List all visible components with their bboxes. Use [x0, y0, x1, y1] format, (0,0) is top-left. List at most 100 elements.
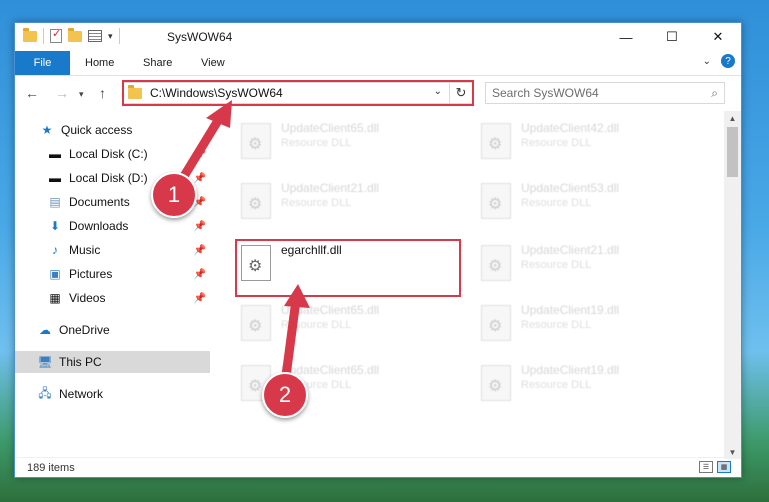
sidebar-item-label: Music [69, 243, 101, 257]
pin-icon: 📌 [193, 148, 206, 160]
file-type: Resource DLL [521, 197, 592, 209]
cloud-icon: ☁ [39, 323, 51, 337]
sidebar-item-label: Videos [69, 291, 106, 305]
scroll-up-arrow-icon[interactable]: ▲ [724, 111, 741, 125]
close-button[interactable]: ✕ [695, 23, 741, 51]
file-type: Resource DLL [521, 319, 592, 331]
sidebar-item-label: Downloads [69, 219, 129, 233]
file-name: UpdateClient19.dll [521, 303, 620, 317]
recent-locations-chevron-icon[interactable]: ▾ [79, 89, 84, 100]
navigation-row: ← → ▾ ↑ C:\Windows\SysWOW64 ⌄ ↻ Search S… [15, 76, 741, 110]
pin-icon: 📌 [193, 244, 206, 256]
expand-ribbon-chevron-icon[interactable]: ⌄ [703, 56, 711, 67]
properties-icon[interactable] [88, 30, 102, 42]
large-icons-view-icon[interactable]: ▦ [717, 461, 731, 473]
star-icon: ★ [41, 123, 53, 137]
file-item[interactable]: UpdateClient21.dll Resource DLL [235, 173, 465, 225]
pin-icon: 📌 [193, 292, 206, 304]
file-name: UpdateClient42.dll [521, 121, 620, 135]
file-type: Resource DLL [281, 319, 352, 331]
search-box[interactable]: Search SysWOW64 ⌕ [485, 82, 725, 104]
explorer-window: ▾ SysWOW64 — ☐ ✕ File Home Share View ⌄ … [14, 22, 742, 478]
dll-file-icon [241, 183, 271, 219]
file-item[interactable]: UpdateClient65.dll Resource DLL [235, 295, 465, 347]
dll-file-icon [481, 245, 511, 281]
file-item[interactable]: UpdateClient19.dll Resource DLL [475, 295, 705, 347]
pin-icon: 📌 [193, 220, 206, 232]
drive-icon: ▬ [49, 171, 61, 185]
help-icon[interactable]: ? [721, 54, 735, 68]
tab-view[interactable]: View [201, 51, 225, 75]
file-item[interactable]: UpdateClient42.dll Resource DLL [475, 113, 705, 165]
sidebar-item-onedrive[interactable]: ☁ OneDrive [15, 319, 210, 341]
sidebar-item-label: Local Disk (C:) [69, 147, 148, 161]
sidebar-item-local-disk-c[interactable]: ▬ Local Disk (C:) 📌 [15, 143, 210, 165]
callout-badge-1: 1 [151, 172, 197, 218]
file-name: UpdateClient19.dll [521, 363, 620, 377]
ribbon-tabs: File Home Share View ⌄ ? [15, 51, 741, 76]
download-icon: ⬇ [49, 219, 61, 233]
documents-icon: ▤ [49, 195, 61, 209]
sidebar-item-pictures[interactable]: ▣ Pictures 📌 [15, 263, 210, 285]
sidebar-item-network[interactable]: 🖧 Network [15, 383, 210, 405]
file-type: Resource DLL [281, 137, 352, 149]
toolbar-divider [43, 28, 44, 44]
network-icon: 🖧 [38, 385, 52, 400]
pin-icon: 📌 [193, 268, 206, 280]
tab-share[interactable]: Share [143, 51, 172, 75]
music-icon: ♪ [52, 243, 58, 257]
up-arrow-icon[interactable]: ↑ [99, 85, 106, 101]
file-item[interactable]: UpdateClient21.dll Resource DLL [475, 235, 705, 287]
dll-file-icon [241, 123, 271, 159]
window-controls: — ☐ ✕ [603, 23, 741, 51]
file-name: UpdateClient65.dll [281, 121, 380, 135]
file-item[interactable]: UpdateClient19.dll Resource DLL [475, 355, 705, 407]
dll-file-icon [481, 365, 511, 401]
toolbar-divider [118, 28, 120, 44]
vertical-scrollbar[interactable]: ▲ ▼ [724, 111, 741, 459]
window-title: SysWOW64 [167, 30, 233, 44]
minimize-button[interactable]: — [603, 23, 649, 51]
sidebar-item-label: This PC [59, 355, 102, 369]
sidebar-item-label: Quick access [61, 123, 133, 137]
details-view-icon[interactable]: ☰ [699, 461, 713, 473]
videos-icon: ▦ [49, 291, 61, 305]
drive-icon: ▬ [49, 147, 61, 161]
ribbon-controls: ⌄ ? [703, 54, 735, 68]
sidebar-item-label: OneDrive [59, 323, 110, 337]
file-item[interactable]: UpdateClient53.dll Resource DLL [475, 173, 705, 225]
file-type: Resource DLL [521, 259, 592, 271]
file-item[interactable]: UpdateClient65.dll Resource DLL [235, 113, 465, 165]
sidebar-item-videos[interactable]: ▦ Videos 📌 [15, 287, 210, 309]
navigation-pane: ★ Quick access ▬ Local Disk (C:) 📌 ▬ Loc… [15, 111, 210, 459]
file-name: UpdateClient65.dll [281, 303, 380, 317]
file-name: UpdateClient53.dll [521, 181, 620, 195]
dll-file-icon [481, 123, 511, 159]
sidebar-item-this-pc[interactable]: 🖥 This PC [15, 351, 210, 373]
dll-file-icon [481, 183, 511, 219]
dll-file-icon [241, 305, 271, 341]
file-type: Resource DLL [521, 379, 592, 391]
forward-arrow-icon[interactable]: → [55, 85, 69, 101]
maximize-button[interactable]: ☐ [649, 23, 695, 51]
sidebar-item-quick-access[interactable]: ★ Quick access [15, 119, 210, 141]
properties-check-icon[interactable] [50, 27, 62, 43]
folder-icon [23, 27, 37, 42]
pictures-icon: ▣ [49, 267, 61, 281]
scrollbar-thumb[interactable] [727, 127, 738, 177]
customize-toolbar-caret-icon[interactable]: ▾ [108, 31, 113, 42]
search-input[interactable]: Search SysWOW64 [492, 86, 599, 100]
sidebar-item-label: Network [59, 387, 104, 401]
dll-file-icon [481, 305, 511, 341]
back-arrow-icon[interactable]: ← [25, 85, 39, 101]
tab-file[interactable]: File [15, 51, 70, 75]
sidebar-item-downloads[interactable]: ⬇ Downloads 📌 [15, 215, 210, 237]
new-folder-icon[interactable] [68, 27, 82, 42]
view-buttons: ☰ ▦ [699, 461, 731, 473]
file-name: UpdateClient21.dll [281, 181, 380, 195]
tab-home[interactable]: Home [85, 51, 114, 75]
file-type: Resource DLL [521, 137, 592, 149]
title-bar: ▾ SysWOW64 — ☐ ✕ [15, 23, 741, 51]
sidebar-item-music[interactable]: ♪ Music 📌 [15, 239, 210, 261]
file-type: Resource DLL [281, 197, 352, 209]
